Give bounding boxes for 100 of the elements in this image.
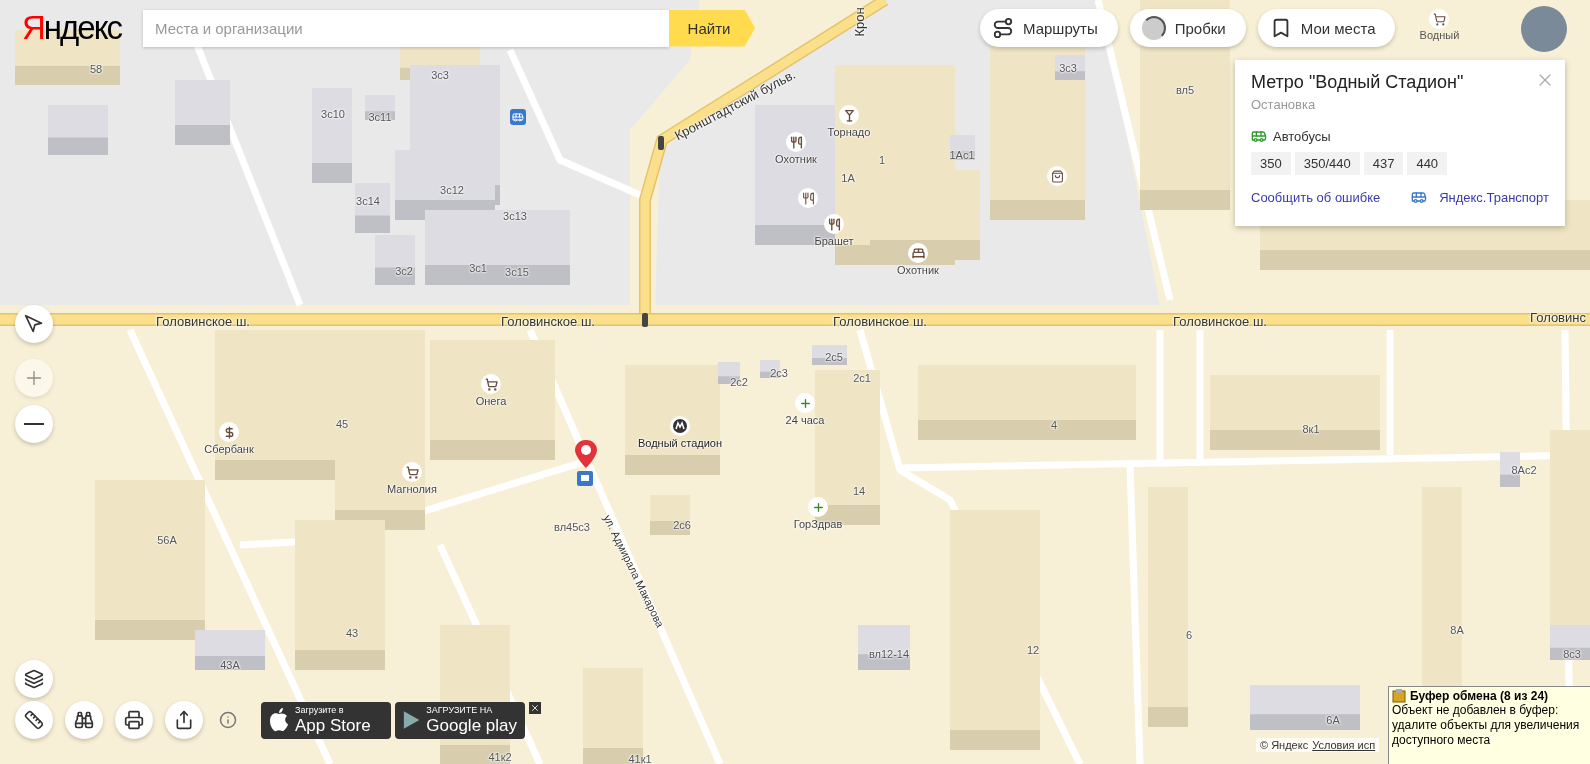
share-icon [174,710,194,730]
street-label: Головинское ш. [501,313,595,329]
clipboard-icon [1392,689,1406,703]
route-number[interactable]: 440 [1407,152,1448,175]
route-icon [992,17,1014,39]
copyright-text: © Яндекс [1260,739,1309,751]
building-number: вл5 [1175,84,1195,96]
card-subtitle: Остановка [1251,97,1317,112]
street-label: Головинское ш. [833,313,927,329]
building-number: 14 [852,485,866,497]
building-number: 2с1 [853,372,871,384]
map-pin-icon [573,438,599,488]
printer-icon [124,710,144,730]
building-number: 58 [89,63,103,75]
building [375,235,415,285]
building-number: 1 [878,154,886,166]
building-number: 2с6 [673,519,691,531]
building [650,495,690,535]
building-number: 12 [1026,644,1040,656]
app-store-badge[interactable]: ЗАГРУЗИТЕ НА Google play [395,701,525,739]
building-number: 4 [1050,419,1058,431]
place-label: Торнадо [827,126,871,138]
building [858,625,910,670]
building-number: 3с3 [1059,62,1077,74]
building-number: 3с13 [503,210,527,222]
bus-stop-icon[interactable] [510,109,526,125]
building-number: 3с3 [431,69,449,81]
place-label: Брашет [814,235,854,247]
place-label: Магнолия [387,483,437,495]
route-number[interactable]: 437 [1363,152,1404,175]
traffic-light-icon [642,313,648,327]
place-label: Онега [475,395,507,407]
building [48,105,108,155]
building-number: 8А [1450,624,1464,636]
report-link[interactable]: Сообщить об ошибке [1251,189,1381,205]
building-number: 3с11 [368,111,392,123]
notification-message: Объект не добавлен в буфер: удалите объекты для увеличения доступного места [1392,703,1581,748]
minus-icon [24,423,44,425]
building-number: 3с1 [469,262,487,274]
places-button[interactable]: Мои места [1257,9,1396,47]
street-label: Головинское ш. [1173,313,1267,329]
building-number: 2с5 [825,351,843,363]
yandex-logo[interactable]: Яндекс [0,9,143,47]
place-label: Сбербанк [204,443,254,455]
info-icon[interactable] [219,711,237,729]
navigation-arrow-icon [24,314,44,334]
bus-icon [1411,189,1428,205]
street-label: Головинс [1530,309,1586,325]
play-icon [403,709,421,731]
search-field[interactable]: Места и организации [143,9,669,47]
building-number: 8к1 [1302,423,1320,435]
building-number: 56А [157,534,177,546]
transport-type: Автобусы [1273,128,1331,144]
building-number: 3с10 [321,108,345,120]
building-number: 45 [335,418,349,430]
binoculars-icon [74,710,94,730]
close-icon [530,702,540,713]
shortcut-button[interactable]: Водный [1409,9,1470,41]
street-label: Крон [851,7,867,37]
apple-icon [269,708,289,732]
building-number: вл12-14 [868,648,910,660]
building-number: 1Ас1 [949,149,975,161]
building-number: 43А [220,659,240,671]
ruler-icon [24,710,44,730]
transport-app-link[interactable]: Яндекс.Транспорт [1439,189,1549,205]
building-number: 6 [1185,629,1193,641]
street-label: Головинское ш. [156,313,250,329]
terms-link[interactable]: Условия исп [1312,739,1376,751]
traffic-light-icon [658,136,664,150]
bus-icon [1251,128,1267,144]
building [175,80,230,145]
building-number: 43 [345,627,359,639]
notification-title: Буфер обмена (8 из 24) [1410,689,1549,703]
routes-button[interactable]: Маршруты [980,9,1118,47]
place-label: ГорЗдрав [793,518,843,530]
place-label: Водный стадион [637,437,723,449]
building [365,95,395,120]
building-number: 3с14 [356,195,380,207]
route-number[interactable]: 350/440 [1294,152,1360,175]
place-label: Охотник [897,264,939,276]
building-number: 3с12 [440,184,464,196]
building-number: 3с15 [505,266,529,278]
building-number: 41к1 [628,753,652,764]
app-store-badge[interactable]: Загрузите в App Store [261,701,391,739]
building-number: 3с2 [395,265,413,277]
building-number: 8Ас2 [1511,464,1537,476]
route-number[interactable]: 350 [1251,152,1291,175]
building-number: 2с3 [770,367,788,379]
building-number: 2с2 [730,376,748,388]
building-number: вл45с3 [554,521,590,533]
building-number: 41к2 [488,751,512,763]
find-button[interactable]: Найти [669,9,755,47]
building-number: 1А [841,172,855,184]
building [812,345,847,365]
building [355,183,390,233]
building-number: 6А [1326,714,1340,726]
building-number: 8с3 [1563,648,1581,660]
traffic-button[interactable]: Пробки [1129,9,1246,47]
place-label: Охотник [775,153,817,165]
layers-icon [24,669,44,689]
